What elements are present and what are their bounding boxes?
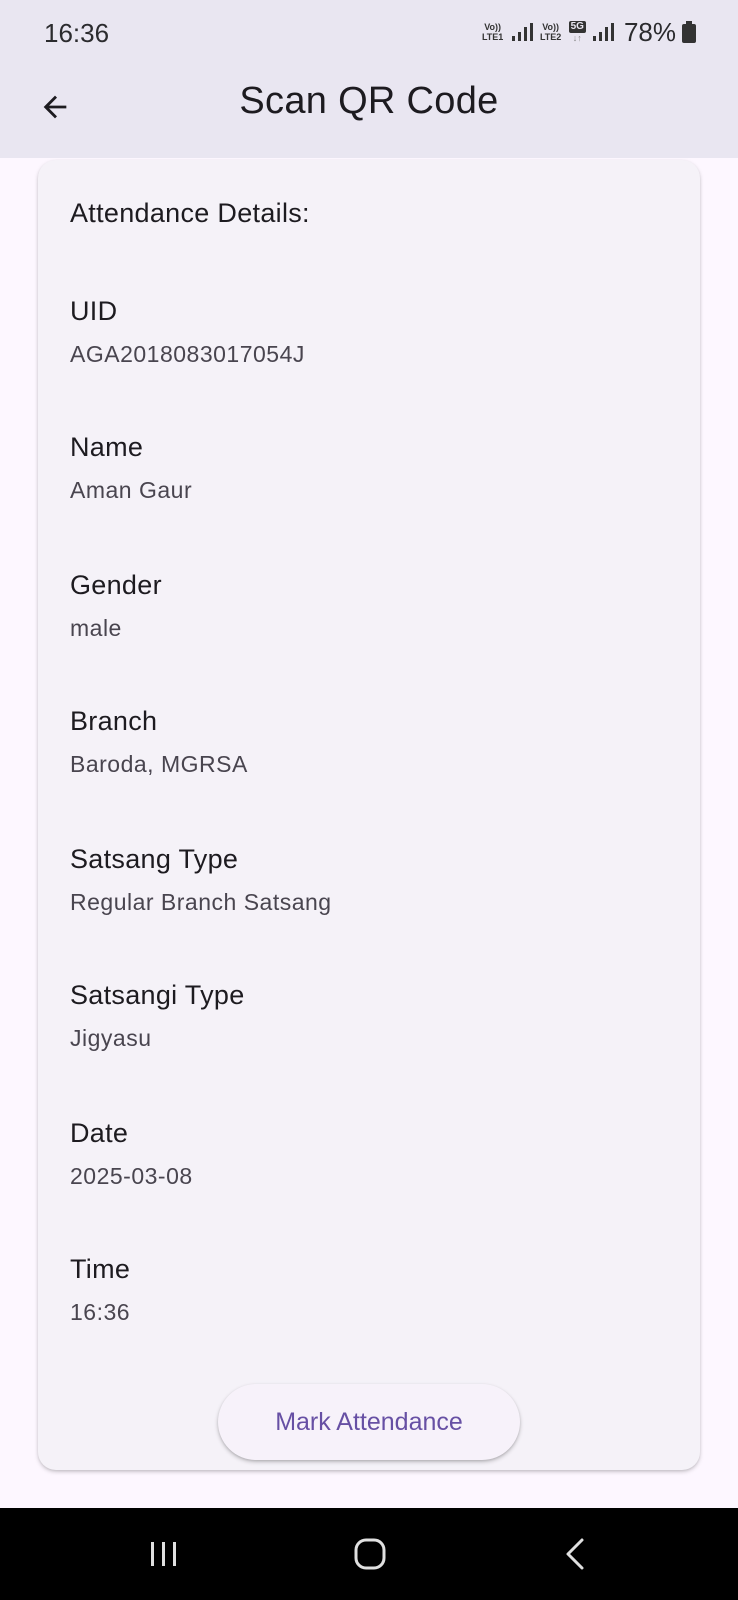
field-value: 2025-03-08 bbox=[70, 1163, 193, 1189]
field-label: UID bbox=[70, 296, 118, 326]
status-icons: Vo)) LTE1 Vo)) LTE2 5G ↓↑ 78% bbox=[481, 16, 696, 48]
field-value: male bbox=[70, 615, 122, 641]
field-value: Jigyasu bbox=[70, 1025, 152, 1051]
home-icon bbox=[354, 1538, 386, 1570]
field-satsangi-type: Satsangi Type Jigyasu bbox=[70, 980, 245, 1052]
battery-icon bbox=[682, 21, 696, 43]
mark-attendance-button[interactable]: Mark Attendance bbox=[218, 1384, 520, 1460]
attendance-card: Attendance Details: UID AGA2018083017054… bbox=[38, 160, 700, 1470]
signal-strength-icon-2 bbox=[592, 23, 614, 41]
field-label: Satsang Type bbox=[70, 844, 239, 874]
field-name: Name Aman Gaur bbox=[70, 432, 192, 504]
field-value: 16:36 bbox=[70, 1299, 131, 1325]
field-value: Baroda, MGRSA bbox=[70, 751, 248, 777]
home-button[interactable] bbox=[350, 1534, 390, 1574]
back-nav-icon bbox=[566, 1538, 584, 1570]
sim2-volte-icon: Vo)) LTE2 bbox=[539, 22, 562, 42]
card-heading: Attendance Details: bbox=[70, 198, 310, 228]
field-gender: Gender male bbox=[70, 570, 162, 642]
page-title: Scan QR Code bbox=[239, 80, 499, 122]
recent-apps-icon bbox=[151, 1542, 176, 1566]
field-label: Name bbox=[70, 432, 144, 462]
field-value: Regular Branch Satsang bbox=[70, 889, 332, 915]
field-value: Aman Gaur bbox=[70, 477, 193, 503]
battery-percent: 78% bbox=[623, 16, 676, 47]
status-bar: 16:36 Vo)) LTE1 Vo)) LTE2 5G ↓↑ 78% bbox=[0, 0, 738, 64]
field-label: Time bbox=[70, 1254, 131, 1284]
field-satsang-type: Satsang Type Regular Branch Satsang bbox=[70, 844, 332, 916]
field-branch: Branch Baroda, MGRSA bbox=[70, 706, 248, 778]
sim1-volte-icon: Vo)) LTE1 bbox=[481, 22, 504, 42]
back-nav-button[interactable] bbox=[556, 1534, 596, 1574]
status-time: 16:36 bbox=[44, 18, 110, 48]
field-date: Date 2025-03-08 bbox=[70, 1118, 193, 1190]
field-label: Gender bbox=[70, 570, 162, 600]
field-label: Satsangi Type bbox=[70, 980, 245, 1010]
field-label: Branch bbox=[70, 706, 158, 736]
field-label: Date bbox=[70, 1118, 129, 1148]
network-5g-icon: 5G ↓↑ bbox=[568, 21, 586, 43]
signal-strength-icon bbox=[511, 23, 533, 41]
recent-apps-button[interactable] bbox=[144, 1534, 184, 1574]
field-uid: UID AGA2018083017054J bbox=[70, 296, 305, 368]
field-value: AGA2018083017054J bbox=[70, 341, 305, 367]
app-bar: Scan QR Code bbox=[0, 64, 738, 158]
field-time: Time 16:36 bbox=[70, 1254, 130, 1326]
system-nav-bar bbox=[0, 1508, 738, 1600]
